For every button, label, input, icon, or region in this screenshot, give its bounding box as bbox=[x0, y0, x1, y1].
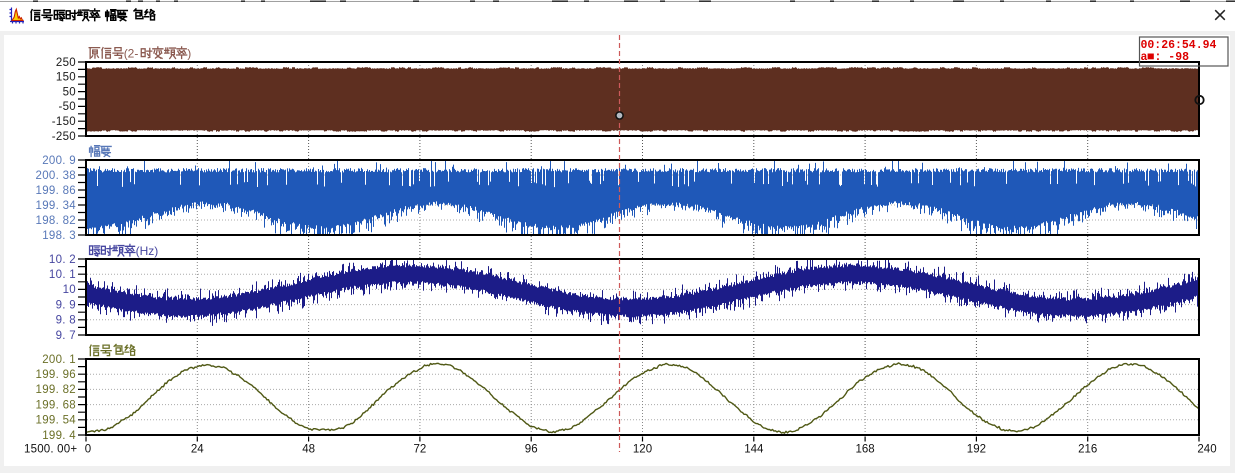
svg-text:120: 120 bbox=[633, 444, 652, 456]
svg-text:72: 72 bbox=[414, 444, 427, 456]
svg-text:199. 34: 199. 34 bbox=[36, 200, 77, 212]
svg-text:24: 24 bbox=[191, 444, 204, 456]
svg-text:9. 7: 9. 7 bbox=[56, 330, 76, 342]
svg-text:(2-: (2- bbox=[124, 47, 139, 61]
svg-text:10: 10 bbox=[63, 284, 76, 296]
svg-text:a: a bbox=[1141, 51, 1148, 64]
svg-text:199. 4: 199. 4 bbox=[42, 430, 76, 442]
svg-text:: -98: : -98 bbox=[1155, 51, 1190, 64]
svg-text:199. 68: 199. 68 bbox=[36, 399, 76, 411]
svg-text:200. 1: 200. 1 bbox=[42, 354, 76, 366]
svg-text:-250: -250 bbox=[52, 131, 76, 143]
svg-text:144: 144 bbox=[744, 444, 764, 456]
svg-text:): ) bbox=[187, 47, 191, 61]
svg-text:216: 216 bbox=[1078, 444, 1097, 456]
svg-text:240: 240 bbox=[1197, 444, 1216, 456]
svg-text:199. 86: 199. 86 bbox=[36, 185, 76, 197]
svg-text:1500. 00+: 1500. 00+ bbox=[24, 444, 77, 456]
svg-text:150: 150 bbox=[56, 72, 76, 84]
svg-text:192: 192 bbox=[967, 444, 986, 456]
svg-text:10. 2: 10. 2 bbox=[49, 254, 76, 266]
svg-text:96: 96 bbox=[525, 444, 538, 456]
svg-text:9. 9: 9. 9 bbox=[56, 299, 76, 311]
svg-text:48: 48 bbox=[302, 444, 315, 456]
svg-text:(Hz): (Hz) bbox=[136, 244, 159, 258]
svg-text:10. 1: 10. 1 bbox=[49, 269, 76, 281]
svg-text:168: 168 bbox=[856, 444, 875, 456]
svg-text:9. 8: 9. 8 bbox=[56, 315, 76, 327]
svg-text:200. 9: 200. 9 bbox=[42, 155, 76, 167]
svg-text:200. 38: 200. 38 bbox=[36, 170, 76, 182]
svg-text:-50: -50 bbox=[58, 101, 76, 113]
svg-text:50: 50 bbox=[63, 86, 76, 98]
svg-text:199. 96: 199. 96 bbox=[36, 369, 76, 381]
svg-text:198. 82: 198. 82 bbox=[36, 215, 76, 227]
svg-text:0: 0 bbox=[85, 444, 91, 456]
svg-text:199. 82: 199. 82 bbox=[36, 384, 76, 396]
svg-text:250: 250 bbox=[56, 57, 76, 69]
svg-text:198. 3: 198. 3 bbox=[42, 230, 76, 242]
svg-text:199. 54: 199. 54 bbox=[36, 415, 77, 427]
svg-text:-150: -150 bbox=[52, 116, 76, 128]
